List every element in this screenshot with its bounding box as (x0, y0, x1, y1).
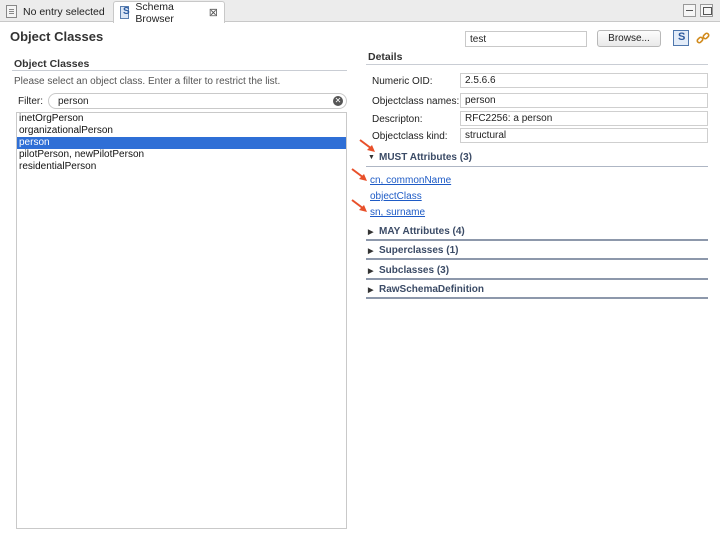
page-title: Object Classes (10, 29, 104, 44)
subclasses-section[interactable]: ▶ Subclasses (3) (368, 265, 449, 276)
clear-filter-icon[interactable]: ✕ (333, 96, 343, 106)
divider (366, 64, 708, 65)
objectclass-kind-label: Objectclass kind: (372, 131, 448, 142)
tab-label: Schema Browser (135, 0, 174, 25)
section-divider (366, 239, 708, 241)
description-label: Descripton: (372, 114, 423, 125)
tab-schema-browser[interactable]: Schema Browser ⊠ (113, 0, 225, 25)
section-label: Superclasses (1) (379, 245, 459, 256)
schema-view-icon[interactable] (673, 30, 689, 46)
objectclass-names-label: Objectclass names: (372, 96, 460, 107)
section-label: MAY Attributes (4) (379, 226, 465, 237)
annotation-arrow-icon (351, 168, 367, 181)
minimize-button[interactable] (683, 4, 696, 17)
annotation-arrow-icon (359, 139, 375, 152)
details-section-title: Details (368, 51, 403, 63)
filter-label: Filter: (18, 96, 43, 107)
numeric-oid-label: Numeric OID: (372, 76, 433, 87)
chevron-down-icon: ▼ (368, 154, 375, 161)
editor-tab-bar: No entry selected Schema Browser ⊠ (0, 0, 720, 25)
section-divider (366, 278, 708, 280)
annotation-arrow-icon (351, 199, 367, 212)
filter-input[interactable]: person ✕ (48, 93, 347, 109)
section-label: RawSchemaDefinition (379, 284, 485, 295)
section-divider (366, 297, 708, 299)
document-icon (6, 5, 17, 18)
list-item[interactable]: pilotPerson, newPilotPerson (17, 149, 346, 161)
may-attributes-section[interactable]: ▶ MAY Attributes (4) (368, 226, 465, 237)
list-item[interactable]: residentialPerson (17, 161, 346, 173)
chevron-right-icon: ▶ (368, 267, 374, 275)
objectclass-kind-field[interactable]: structural (460, 128, 708, 143)
section-divider (366, 166, 708, 167)
objectclass-names-field[interactable]: person (460, 93, 708, 108)
list-item[interactable]: inetOrgPerson (17, 113, 346, 125)
schema-icon (120, 6, 130, 19)
list-item[interactable]: organizationalPerson (17, 125, 346, 137)
object-classes-section-title: Object Classes (14, 58, 90, 70)
description-field[interactable]: RFC2256: a person (460, 111, 708, 126)
list-item-selected[interactable]: person (17, 137, 346, 149)
close-icon[interactable]: ⊠ (209, 6, 218, 19)
tab-label: No entry selected (23, 5, 105, 18)
chevron-right-icon: ▶ (368, 228, 374, 236)
attribute-link[interactable]: sn, surname (370, 207, 425, 218)
attribute-link[interactable]: objectClass (370, 191, 422, 202)
divider (12, 70, 347, 71)
link-with-editor-icon[interactable] (695, 30, 711, 46)
must-attributes-section[interactable]: ▼ MUST Attributes (3) (368, 152, 472, 163)
browse-button[interactable]: Browse... (597, 30, 661, 47)
numeric-oid-field[interactable]: 2.5.6.6 (460, 73, 708, 88)
section-divider (366, 258, 708, 260)
filter-value: person (58, 96, 89, 107)
superclasses-section[interactable]: ▶ Superclasses (1) (368, 245, 459, 256)
section-label: Subclasses (3) (379, 265, 450, 276)
chevron-right-icon: ▶ (368, 286, 374, 294)
instructions-text: Please select an object class. Enter a f… (14, 76, 281, 87)
connection-input[interactable]: test (465, 31, 587, 47)
section-label: MUST Attributes (3) (379, 152, 472, 163)
tab-no-entry-selected[interactable]: No entry selected (0, 1, 112, 22)
chevron-right-icon: ▶ (368, 247, 374, 255)
object-class-list[interactable]: inetOrgPerson organizationalPerson perso… (16, 112, 347, 529)
attribute-link[interactable]: cn, commonName (370, 175, 451, 186)
maximize-button[interactable] (700, 4, 713, 17)
raw-schema-definition-section[interactable]: ▶ RawSchemaDefinition (368, 284, 484, 295)
